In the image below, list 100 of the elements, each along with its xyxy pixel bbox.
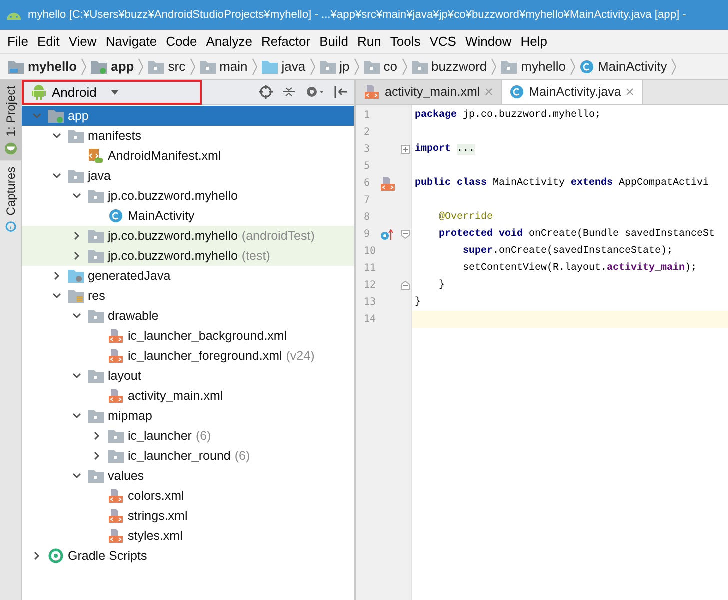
close-icon[interactable]	[626, 88, 634, 96]
breadcrumb-item[interactable]: jp	[320, 59, 350, 74]
tree-item[interactable]: colors.xml	[22, 486, 354, 506]
chevron-down-icon[interactable]	[72, 471, 82, 481]
folder-icon	[68, 169, 84, 183]
tree-item[interactable]: drawable	[22, 306, 354, 326]
module-folder-icon	[91, 60, 108, 74]
tree-item[interactable]: activity_main.xml	[22, 386, 354, 406]
tree-item-label: values	[108, 469, 144, 483]
class-icon	[510, 85, 524, 99]
xml-file-icon	[380, 176, 396, 192]
editor-tab[interactable]: MainActivity.java	[502, 80, 644, 104]
chevron-right-icon	[138, 58, 144, 76]
tree-item[interactable]: manifests	[22, 126, 354, 146]
tree-item[interactable]: ic_launcher_foreground.xml (v24)	[22, 346, 354, 366]
menu-item[interactable]: Build	[315, 34, 354, 49]
line-number: 9	[364, 229, 370, 240]
tree-item[interactable]: ic_launcher_round (6)	[22, 446, 354, 466]
breadcrumb-item[interactable]: main	[200, 59, 248, 74]
tree-item-label: jp.co.buzzword.myhello	[108, 189, 238, 203]
breadcrumb-item[interactable]: app	[91, 59, 134, 74]
line-number: 12	[364, 280, 376, 291]
menu-item[interactable]: Code	[162, 34, 202, 49]
chevron-right-icon[interactable]	[32, 551, 42, 561]
manifest-file-icon	[88, 148, 104, 164]
settings-icon[interactable]	[305, 85, 325, 99]
chevron-right-icon	[570, 58, 576, 76]
code-line: import ...	[414, 144, 476, 155]
tree-item-label: ic_launcher_background.xml	[128, 329, 288, 343]
line-number: 8	[364, 212, 370, 223]
tree-item[interactable]: Gradle Scripts	[22, 546, 354, 566]
tree-item[interactable]: jp.co.buzzword.myhello (androidTest)	[22, 226, 354, 246]
tree-item[interactable]: ic_launcher_background.xml	[22, 326, 354, 346]
caret-icon	[110, 90, 119, 94]
module-folder-icon	[48, 109, 64, 123]
tree-item[interactable]: java	[22, 166, 354, 186]
tree-item[interactable]: jp.co.buzzword.myhello (test)	[22, 246, 354, 266]
tree-item[interactable]: AndroidManifest.xml	[22, 146, 354, 166]
tree-item[interactable]: jp.co.buzzword.myhello	[22, 186, 354, 206]
menu-item[interactable]: Window	[460, 34, 516, 49]
folder-icon	[68, 129, 84, 143]
folder-icon	[501, 60, 518, 74]
tree-item[interactable]: generatedJava	[22, 266, 354, 286]
code-line: }	[414, 297, 422, 308]
folder-icon	[8, 60, 24, 74]
menu-item[interactable]: View	[64, 34, 102, 49]
menu-item[interactable]: Run	[353, 34, 386, 49]
chevron-right-icon	[81, 58, 88, 76]
side-tab[interactable]: 1: Project	[0, 80, 22, 161]
tree-item-label: jp.co.buzzword.myhello	[108, 229, 238, 243]
menu-item[interactable]: Tools	[386, 34, 426, 49]
xml-file-icon	[108, 388, 124, 404]
collapse-all-icon[interactable]	[282, 85, 296, 99]
tree-item-label: mipmap	[108, 409, 152, 423]
line-number: 6	[364, 178, 370, 189]
menu-item[interactable]: Analyze	[202, 34, 257, 49]
tree-item[interactable]: ic_launcher (6)	[22, 426, 354, 446]
menu-item[interactable]: Navigate	[101, 34, 162, 49]
override-icon	[380, 228, 394, 240]
stopwatch-icon	[4, 221, 16, 234]
xml-file-icon	[108, 528, 124, 544]
menu-item[interactable]: File	[3, 34, 33, 49]
chevron-down-icon[interactable]	[72, 371, 82, 381]
window-title: myhello [C:¥Users¥buzz¥AndroidStudioProjects¥myhello] - ...¥app¥src¥main¥java¥jp¥co¥buzzword¥myhello¥MainActivity.java [app] -	[28, 9, 686, 21]
tree-item[interactable]: styles.xml	[22, 526, 354, 546]
view-dropdown[interactable]: Android	[22, 80, 202, 104]
tree-item-label: activity_main.xml	[128, 389, 224, 403]
breadcrumb-item[interactable]: buzzword	[412, 59, 488, 74]
menu-item[interactable]: Refactor	[256, 34, 316, 49]
tree-item[interactable]: app	[22, 106, 354, 126]
breadcrumb-item[interactable]: java	[262, 59, 306, 74]
tree-item[interactable]: mipmap	[22, 406, 354, 426]
tree-item[interactable]: values	[22, 466, 354, 486]
collapse-fold-icon[interactable]	[401, 281, 410, 290]
hide-panel-icon[interactable]	[334, 85, 348, 99]
tree-item[interactable]: MainActivity	[22, 206, 354, 226]
tree-item[interactable]: layout	[22, 366, 354, 386]
tree-item[interactable]: res	[22, 286, 354, 306]
side-tab[interactable]: Captures	[0, 160, 22, 240]
menu-item[interactable]: VCS	[425, 34, 461, 49]
chevron-down-icon[interactable]	[72, 411, 82, 421]
breadcrumb-item[interactable]: src	[148, 59, 186, 74]
expand-fold-icon[interactable]	[401, 145, 410, 154]
menu-item[interactable]: Help	[516, 34, 552, 49]
tree-item-label: Gradle Scripts	[68, 549, 148, 563]
menu-item[interactable]: Edit	[32, 34, 64, 49]
breadcrumb-item[interactable]: myhello	[501, 59, 566, 74]
code-line: protected void onCreate(Bundle savedInstanceSt	[438, 229, 716, 240]
breadcrumb-item[interactable]: co	[364, 59, 398, 74]
breadcrumb-item[interactable]: MainActivity	[580, 59, 668, 74]
xml-file-icon	[364, 84, 380, 100]
editor-tab[interactable]: activity_main.xml	[356, 80, 502, 104]
collapse-fold-icon[interactable]	[401, 230, 410, 239]
locate-icon[interactable]	[259, 85, 273, 99]
tree-item-label: app	[68, 109, 89, 123]
code-line: @Override	[438, 212, 494, 223]
tree-item[interactable]: strings.xml	[22, 506, 354, 526]
folder-icon	[88, 369, 104, 383]
breadcrumb-item[interactable]: myhello	[8, 59, 78, 74]
android-icon	[32, 84, 46, 100]
